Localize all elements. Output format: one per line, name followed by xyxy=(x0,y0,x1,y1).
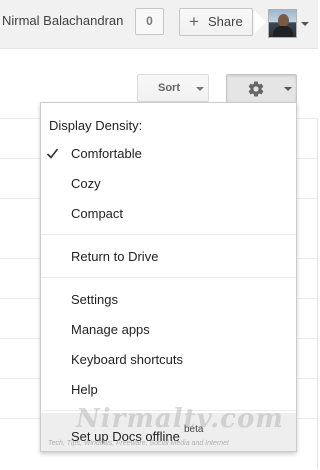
menu-item-settings[interactable]: Settings xyxy=(41,285,296,315)
menu-item-label: Keyboard shortcuts xyxy=(71,352,184,367)
menu-item-manage-apps[interactable]: Manage apps xyxy=(41,315,296,345)
sort-button[interactable]: Sort xyxy=(137,74,209,102)
menu-separator xyxy=(41,410,296,411)
checkmark-icon xyxy=(46,148,59,159)
menu-item-label: Cozy xyxy=(71,176,101,191)
chevron-down-icon xyxy=(196,87,204,91)
settings-menu: Display Density: Comfortable Cozy Compac… xyxy=(40,102,297,452)
settings-button[interactable] xyxy=(226,74,297,103)
beta-badge: beta xyxy=(184,424,204,435)
avatar-body xyxy=(273,26,293,37)
menu-item-set-up-offline[interactable]: Set up Docs offline beta xyxy=(41,413,296,451)
chevron-down-icon xyxy=(284,87,292,91)
menu-separator xyxy=(41,277,296,278)
profile-arrow-decoration xyxy=(254,10,266,34)
menu-item-label: Compact xyxy=(71,206,124,221)
gear-icon xyxy=(248,81,264,97)
menu-item-comfortable[interactable]: Comfortable xyxy=(41,139,296,169)
menu-item-label: Return to Drive xyxy=(71,249,159,264)
menu-item-label: Set up Docs offline xyxy=(71,429,180,444)
menu-separator xyxy=(41,234,296,235)
share-button[interactable]: + Share xyxy=(179,8,253,36)
sort-label: Sort xyxy=(158,82,180,94)
chevron-down-icon[interactable] xyxy=(301,22,309,26)
avatar[interactable] xyxy=(268,9,297,38)
menu-item-cozy[interactable]: Cozy xyxy=(41,169,296,199)
menu-item-label: Comfortable xyxy=(71,146,142,161)
menu-item-label: Help xyxy=(71,382,98,397)
pane-divider xyxy=(317,118,318,469)
user-name[interactable]: Nirmal Balachandran xyxy=(2,13,123,28)
display-density-heading: Display Density: xyxy=(49,118,143,133)
menu-item-keyboard-shortcuts[interactable]: Keyboard shortcuts xyxy=(41,345,296,375)
menu-item-label: Manage apps xyxy=(71,322,150,337)
menu-item-help[interactable]: Help xyxy=(41,375,296,405)
top-header: Nirmal Balachandran 0 + Share xyxy=(0,0,318,49)
menu-item-compact[interactable]: Compact xyxy=(41,199,296,229)
share-label: Share xyxy=(208,14,243,29)
plus-icon: + xyxy=(189,12,199,31)
menu-item-return-to-drive[interactable]: Return to Drive xyxy=(41,242,296,272)
notification-count-button[interactable]: 0 xyxy=(135,8,164,35)
menu-item-label: Settings xyxy=(71,292,118,307)
